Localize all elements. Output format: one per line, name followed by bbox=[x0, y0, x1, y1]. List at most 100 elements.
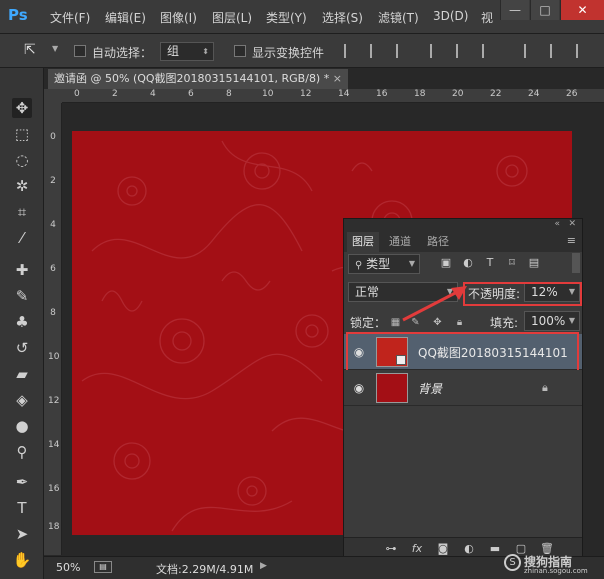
panel-menu-icon[interactable]: ≡ bbox=[567, 234, 576, 247]
add-mask-icon[interactable]: ◙ bbox=[436, 543, 450, 555]
filter-shape-icon[interactable]: ⌑ bbox=[506, 257, 518, 269]
ruler-tick-label: 12 bbox=[48, 396, 60, 406]
menu-3d[interactable]: 3D(D) bbox=[433, 9, 468, 23]
zoom-level[interactable]: 50% bbox=[56, 561, 80, 574]
ruler-tick-label: 12 bbox=[300, 89, 312, 99]
tab-paths[interactable]: 路径 bbox=[422, 232, 454, 252]
layer-filter-dropdown[interactable]: ⚲ 类型 ▼ bbox=[348, 254, 420, 274]
hand-tool-icon[interactable]: ✋ bbox=[12, 550, 32, 570]
show-transform-label: 显示变换控件 bbox=[252, 46, 325, 60]
sogou-watermark: S 搜狗指南 zhinan.sogou.com bbox=[504, 553, 600, 577]
paint-bucket-tool-icon[interactable]: ◈ bbox=[12, 390, 32, 410]
ruler-tick-label: 0 bbox=[50, 132, 56, 142]
layers-panel: « ✕ 图层 通道 路径 ≡ ⚲ 类型 ▼ ▣ ◐ T ⌑ ▤ 正常 ▼ 不透明… bbox=[343, 218, 583, 561]
pen-tool-icon[interactable]: ✒ bbox=[12, 472, 32, 492]
menu-file[interactable]: 文件(F) bbox=[50, 9, 90, 26]
ruler-tick-label: 24 bbox=[528, 89, 540, 99]
eye-icon[interactable]: ◉ bbox=[352, 381, 366, 395]
fill-value: 100% bbox=[531, 314, 566, 328]
panel-tab-row bbox=[344, 232, 582, 252]
lock-label: 锁定： bbox=[350, 316, 387, 330]
align-left-icon[interactable] bbox=[430, 44, 444, 58]
tab-channels[interactable]: 通道 bbox=[384, 232, 416, 252]
distribute-top-icon[interactable] bbox=[524, 44, 538, 58]
layer-row-background[interactable]: ◉ 背景 🔒︎ bbox=[344, 370, 582, 406]
ruler-tick-label: 2 bbox=[112, 89, 118, 99]
menu-image[interactable]: 图像(I) bbox=[160, 9, 197, 26]
lasso-tool-icon[interactable]: ◌ bbox=[12, 150, 32, 170]
menu-bar: Ps 文件(F) 编辑(E) 图像(I) 图层(L) 类型(Y) 选择(S) 滤… bbox=[0, 0, 604, 34]
path-selection-tool-icon[interactable]: ➤ bbox=[12, 524, 32, 544]
menu-filter[interactable]: 滤镜(T) bbox=[378, 9, 419, 26]
collapse-panel-icon[interactable]: « bbox=[554, 219, 560, 229]
menu-view[interactable]: 视 bbox=[481, 9, 493, 26]
fill-input[interactable]: 100% ▼ bbox=[524, 311, 580, 331]
filter-toggle[interactable] bbox=[572, 253, 580, 273]
ruler-tick-label: 14 bbox=[338, 89, 350, 99]
chevron-down-icon[interactable]: ▼ bbox=[52, 44, 58, 53]
horizontal-ruler: 0 2 4 6 8 10 12 14 16 18 20 22 24 26 bbox=[62, 89, 604, 103]
new-group-icon[interactable]: ▬ bbox=[488, 543, 502, 555]
ruler-tick-label: 20 bbox=[452, 89, 464, 99]
adjustment-layer-icon[interactable]: ◐ bbox=[462, 543, 476, 555]
brush-tool-icon[interactable]: ✎ bbox=[12, 286, 32, 306]
align-hcenter-icon[interactable] bbox=[456, 44, 470, 58]
tab-layers[interactable]: 图层 bbox=[347, 232, 379, 252]
move-tool-preset-icon[interactable]: ⇱ bbox=[24, 42, 36, 58]
ruler-corner bbox=[44, 89, 62, 103]
align-right-icon[interactable] bbox=[482, 44, 496, 58]
annotation-arrow bbox=[402, 286, 467, 322]
ruler-tick-label: 18 bbox=[48, 522, 60, 532]
type-tool-icon[interactable]: T bbox=[12, 498, 32, 518]
marquee-tool-icon[interactable]: ⬚ bbox=[12, 124, 32, 144]
filter-type-icon[interactable]: T bbox=[484, 257, 496, 269]
eraser-tool-icon[interactable]: ▰ bbox=[12, 364, 32, 384]
clone-stamp-tool-icon[interactable]: ♣ bbox=[12, 312, 32, 332]
auto-select-label: 自动选择： bbox=[92, 46, 153, 60]
layer-highlight-box bbox=[346, 332, 579, 372]
ruler-tick-label: 6 bbox=[50, 264, 56, 274]
close-window-button[interactable]: ✕ bbox=[560, 0, 604, 20]
align-bottom-icon[interactable] bbox=[396, 44, 410, 58]
menu-layer[interactable]: 图层(L) bbox=[212, 9, 252, 26]
menu-type[interactable]: 类型(Y) bbox=[266, 9, 307, 26]
maximize-button[interactable]: □ bbox=[530, 0, 559, 20]
close-tab-icon[interactable]: × bbox=[333, 69, 342, 89]
align-top-icon[interactable] bbox=[344, 44, 358, 58]
sogou-logo: S bbox=[504, 554, 521, 571]
ruler-tick-label: 16 bbox=[376, 89, 388, 99]
filter-smartobject-icon[interactable]: ▤ bbox=[528, 257, 540, 269]
menu-edit[interactable]: 编辑(E) bbox=[105, 9, 146, 26]
document-tab[interactable]: 邀请函 @ 50% (QQ截图20180315144101, RGB/8) * … bbox=[48, 69, 348, 89]
layer-name[interactable]: 背景 bbox=[418, 380, 442, 397]
auto-select-dropdown[interactable]: 组 ⬍ bbox=[160, 42, 214, 61]
tools-panel: ✥ ⬚ ◌ ✲ ⌗ ⁄ ✚ ✎ ♣ ↺ ▰ ◈ ● ⚲ ✒ T ➤ ✋ bbox=[0, 68, 44, 579]
auto-select-checkbox[interactable] bbox=[74, 45, 86, 57]
crop-tool-icon[interactable]: ⌗ bbox=[12, 202, 32, 222]
distribute-bottom-icon[interactable] bbox=[576, 44, 590, 58]
show-transform-checkbox[interactable] bbox=[234, 45, 246, 57]
minimize-button[interactable]: — bbox=[500, 0, 529, 20]
lock-icon: 🔒︎ bbox=[542, 381, 548, 394]
dodge-tool-icon[interactable]: ⚲ bbox=[12, 442, 32, 462]
distribute-vcenter-icon[interactable] bbox=[550, 44, 564, 58]
ruler-tick-label: 0 bbox=[74, 89, 80, 99]
filter-adjustment-icon[interactable]: ◐ bbox=[462, 257, 474, 269]
align-vcenter-icon[interactable] bbox=[370, 44, 384, 58]
status-info-icon[interactable]: ▤ bbox=[94, 561, 112, 573]
magic-wand-tool-icon[interactable]: ✲ bbox=[12, 176, 32, 196]
filter-pixel-icon[interactable]: ▣ bbox=[440, 257, 452, 269]
blur-tool-icon[interactable]: ● bbox=[12, 416, 32, 436]
healing-brush-tool-icon[interactable]: ✚ bbox=[12, 260, 32, 280]
link-layers-icon[interactable]: ⊶ bbox=[384, 543, 398, 555]
status-menu-arrow-icon[interactable]: ▶ bbox=[260, 561, 267, 571]
menu-select[interactable]: 选择(S) bbox=[322, 9, 363, 26]
filter-kind-value: 类型 bbox=[366, 257, 391, 271]
close-panel-icon[interactable]: ✕ bbox=[568, 219, 576, 229]
history-brush-tool-icon[interactable]: ↺ bbox=[12, 338, 32, 358]
layer-style-icon[interactable]: fx bbox=[410, 543, 424, 555]
move-tool-icon[interactable]: ✥ bbox=[12, 98, 32, 118]
eyedropper-tool-icon[interactable]: ⁄ bbox=[12, 228, 32, 248]
opacity-highlight-box bbox=[463, 282, 582, 306]
ruler-tick-label: 18 bbox=[414, 89, 426, 99]
